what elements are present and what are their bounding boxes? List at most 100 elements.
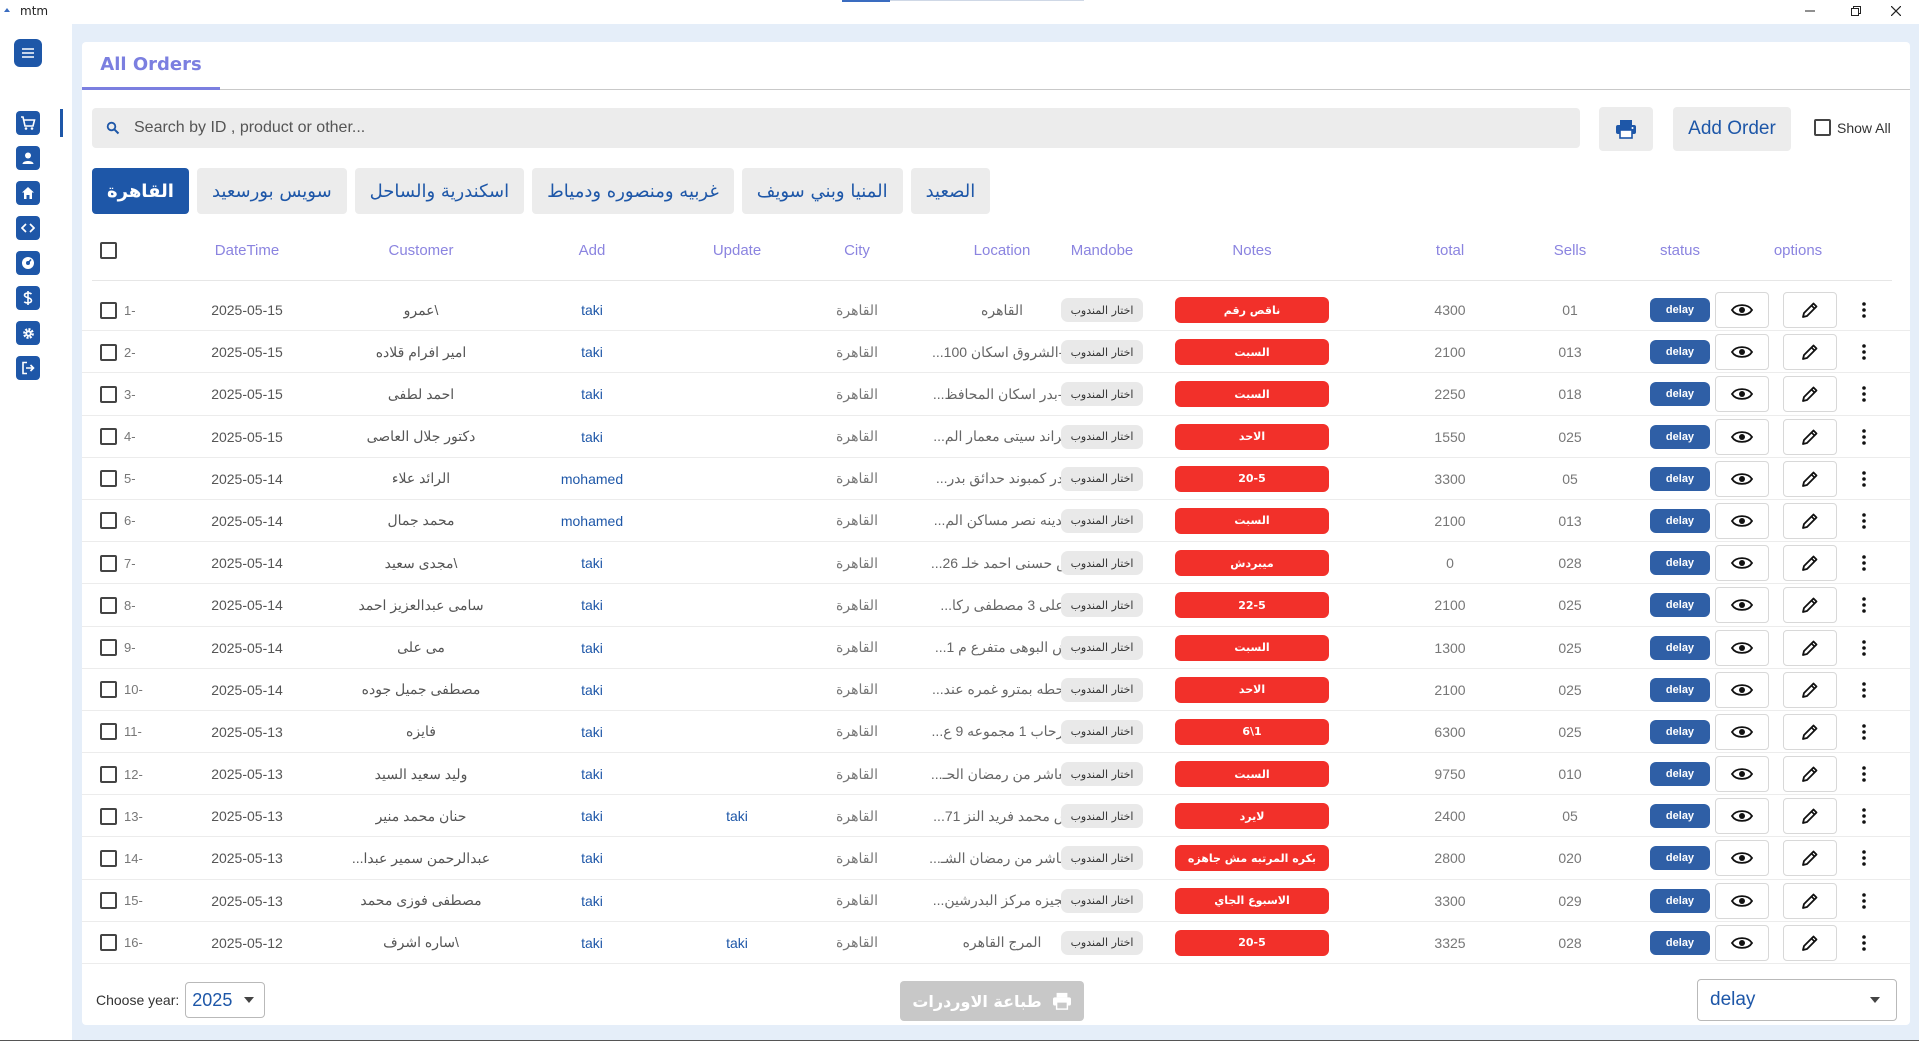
- table-row[interactable]: 15- 2025-05-13 مصطفى فوزى محمد taki القاهرة ا…: [82, 880, 1910, 922]
- more-options-button[interactable]: [1854, 928, 1874, 958]
- edit-button[interactable]: [1783, 840, 1837, 877]
- view-button[interactable]: [1715, 671, 1769, 708]
- sidebar-item-orders[interactable]: [14, 109, 42, 137]
- view-button[interactable]: [1715, 587, 1769, 624]
- edit-button[interactable]: [1783, 545, 1837, 582]
- year-select[interactable]: 2025: [185, 982, 266, 1018]
- more-options-button[interactable]: [1854, 759, 1874, 789]
- select-all-cell[interactable]: [96, 232, 120, 268]
- mandobe-select[interactable]: اختار المندوب: [1060, 719, 1144, 744]
- view-button[interactable]: [1715, 292, 1769, 328]
- row-select-cell[interactable]: [96, 331, 120, 373]
- status-badge[interactable]: delay: [1650, 593, 1710, 618]
- show-all-toggle[interactable]: Show All: [1814, 119, 1891, 136]
- row-checkbox[interactable]: [99, 681, 117, 699]
- show-all-checkbox[interactable]: [1814, 119, 1831, 136]
- view-button[interactable]: [1715, 882, 1769, 919]
- mandobe-select[interactable]: اختار المندوب: [1060, 340, 1144, 365]
- edit-button[interactable]: [1783, 460, 1837, 497]
- more-options-button[interactable]: [1854, 886, 1874, 916]
- row-select-cell[interactable]: [96, 837, 120, 879]
- mandobe-select[interactable]: اختار المندوب: [1060, 762, 1144, 787]
- status-badge[interactable]: delay: [1650, 508, 1710, 533]
- table-row[interactable]: 14- 2025-05-13 عبدالرحمن سمير عبدا... taki ا…: [82, 837, 1910, 880]
- mandobe-select[interactable]: اختار المندوب: [1060, 298, 1144, 322]
- more-options-button[interactable]: [1854, 422, 1874, 452]
- sidebar-item-home[interactable]: [14, 179, 42, 207]
- row-select-cell[interactable]: [96, 458, 120, 500]
- more-options-button[interactable]: [1854, 506, 1874, 536]
- row-checkbox[interactable]: [99, 807, 117, 825]
- more-options-button[interactable]: [1854, 717, 1874, 747]
- more-options-button[interactable]: [1854, 633, 1874, 663]
- edit-button[interactable]: [1783, 587, 1837, 624]
- status-badge[interactable]: delay: [1650, 930, 1710, 955]
- mandobe-select[interactable]: اختار المندوب: [1060, 804, 1144, 829]
- row-checkbox[interactable]: [99, 554, 117, 572]
- sidebar-item-dashboard[interactable]: [14, 249, 42, 277]
- view-button[interactable]: [1715, 629, 1769, 666]
- header-total[interactable]: total: [1402, 232, 1498, 268]
- status-filter-select[interactable]: delay: [1697, 979, 1897, 1021]
- minimize-button[interactable]: [1787, 0, 1833, 22]
- table-row[interactable]: 11- 2025-05-13 فايزه taki القاهرة الرحاب 1 مج…: [82, 711, 1910, 754]
- print-button[interactable]: [1599, 107, 1653, 151]
- status-badge[interactable]: delay: [1650, 804, 1710, 829]
- view-button[interactable]: [1715, 502, 1769, 539]
- status-badge[interactable]: delay: [1650, 888, 1710, 913]
- row-select-cell[interactable]: [96, 669, 120, 711]
- row-checkbox[interactable]: [99, 723, 117, 741]
- table-row[interactable]: 10- 2025-05-14 مصطفى جميل جوده taki القاهرة م…: [82, 669, 1910, 711]
- row-select-cell[interactable]: [96, 922, 120, 964]
- edit-button[interactable]: [1783, 924, 1837, 961]
- view-button[interactable]: [1715, 545, 1769, 582]
- row-checkbox[interactable]: [99, 765, 117, 783]
- more-options-button[interactable]: [1854, 548, 1874, 578]
- row-select-cell[interactable]: [96, 584, 120, 626]
- view-button[interactable]: [1715, 376, 1769, 413]
- edit-button[interactable]: [1783, 292, 1837, 328]
- more-options-button[interactable]: [1854, 464, 1874, 494]
- table-row[interactable]: 3- 2025-05-15 احمد لطفى taki القاهرة م-بدر اس…: [82, 373, 1910, 416]
- table-row[interactable]: 6- 2025-05-14 محمد جمال mohamed القاهرة مدينه…: [82, 500, 1910, 543]
- search-input[interactable]: [134, 119, 1534, 137]
- region-chip[interactable]: القاهرة: [92, 168, 189, 214]
- edit-button[interactable]: [1783, 798, 1837, 835]
- row-checkbox[interactable]: [99, 470, 117, 488]
- table-row[interactable]: 9- 2025-05-14 مى على taki القاهرة ش البوهى مت…: [82, 627, 1910, 669]
- table-row[interactable]: 16- 2025-05-12 \ساره اشرف taki taki القاهرة ال…: [82, 922, 1910, 964]
- more-options-button[interactable]: [1854, 675, 1874, 705]
- row-checkbox[interactable]: [99, 512, 117, 530]
- header-notes[interactable]: Notes: [1152, 232, 1352, 268]
- region-chip[interactable]: المنيا وبني سويف: [741, 168, 903, 214]
- status-badge[interactable]: delay: [1650, 719, 1710, 744]
- status-badge[interactable]: delay: [1650, 846, 1710, 871]
- table-row[interactable]: 5- 2025-05-14 الرائد علاء mohamed القاهرة بدر…: [82, 458, 1910, 500]
- edit-button[interactable]: [1783, 671, 1837, 708]
- status-badge[interactable]: delay: [1650, 762, 1710, 787]
- close-button[interactable]: [1873, 0, 1919, 22]
- sidebar-item-logout[interactable]: [14, 354, 42, 382]
- status-badge[interactable]: delay: [1650, 424, 1710, 449]
- row-checkbox[interactable]: [99, 849, 117, 867]
- more-options-button[interactable]: [1854, 590, 1874, 620]
- select-all-checkbox[interactable]: [99, 241, 117, 259]
- more-options-button[interactable]: [1854, 337, 1874, 367]
- header-datetime[interactable]: DateTime: [172, 232, 322, 268]
- row-select-cell[interactable]: [96, 880, 120, 922]
- add-order-button[interactable]: Add Order: [1673, 107, 1791, 151]
- edit-button[interactable]: [1783, 756, 1837, 793]
- status-badge[interactable]: delay: [1650, 466, 1710, 491]
- mandobe-select[interactable]: اختار المندوب: [1060, 930, 1144, 955]
- table-row[interactable]: 1- 2025-05-15 \عمرو taki القاهرة القاهره اختار…: [82, 289, 1910, 332]
- edit-button[interactable]: [1783, 502, 1837, 539]
- sidebar-item-finance[interactable]: [14, 284, 42, 312]
- row-select-cell[interactable]: [96, 753, 120, 795]
- print-orders-button[interactable]: طباعة الاوردرات: [900, 981, 1084, 1021]
- row-checkbox[interactable]: [99, 343, 117, 361]
- row-checkbox[interactable]: [99, 639, 117, 656]
- mandobe-select[interactable]: اختار المندوب: [1060, 508, 1144, 533]
- edit-button[interactable]: [1783, 418, 1837, 455]
- mandobe-select[interactable]: اختار المندوب: [1060, 593, 1144, 618]
- region-chip[interactable]: اسكندرية والساحل: [354, 168, 525, 214]
